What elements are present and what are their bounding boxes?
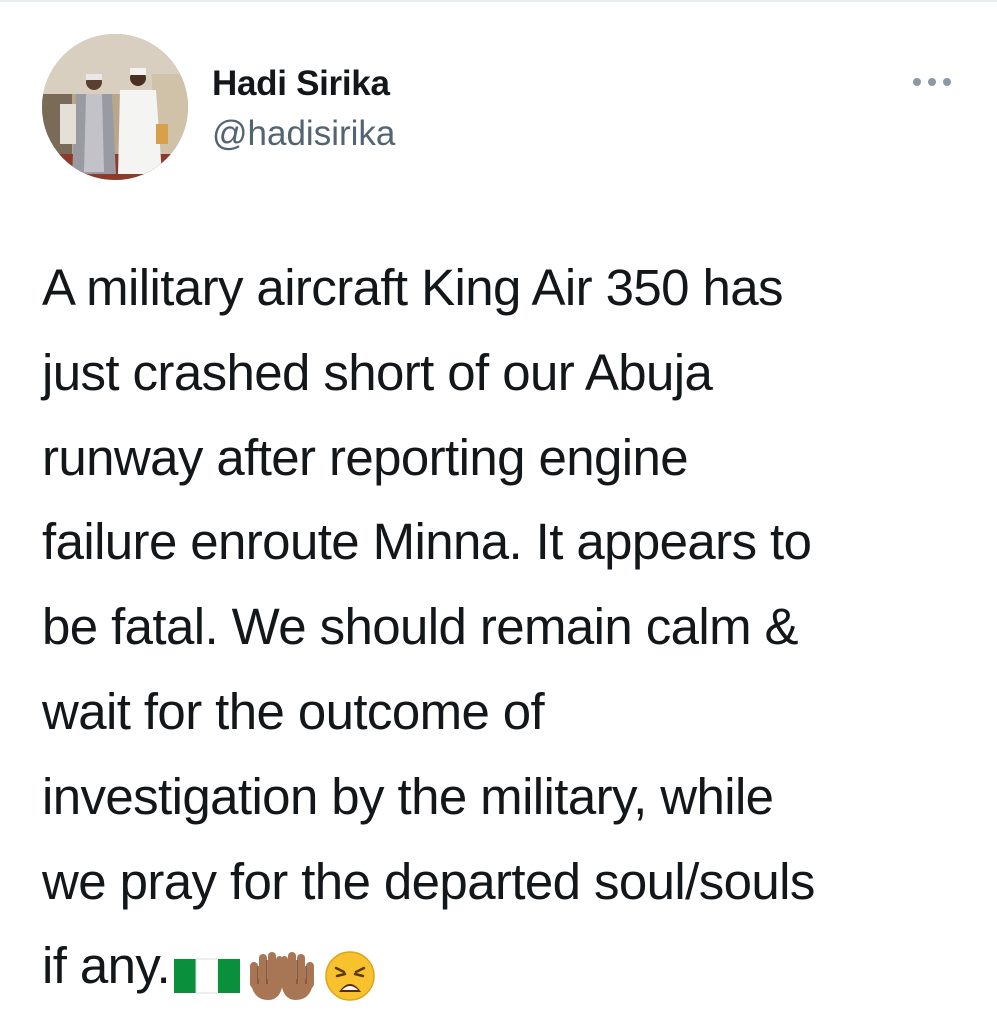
tweet-text-content: A military aircraft King Air 350 has jus…	[42, 259, 815, 995]
tweet-header: Hadi Sirika @hadisirika	[42, 34, 957, 184]
user-handle[interactable]: @hadisirika	[212, 112, 395, 156]
top-divider	[0, 0, 997, 2]
profile-photo-icon	[42, 34, 188, 180]
more-horizontal-icon	[913, 78, 951, 86]
display-name[interactable]: Hadi Sirika	[212, 62, 395, 106]
emoji-group	[174, 930, 382, 1015]
weary-face-emoji-icon	[325, 951, 375, 1001]
more-options-button[interactable]	[907, 64, 957, 100]
author-names: Hadi Sirika @hadisirika	[212, 62, 395, 156]
avatar[interactable]	[42, 34, 188, 180]
tweet-text: A military aircraft King Air 350 has jus…	[42, 246, 972, 1015]
nigeria-flag-emoji-icon	[174, 958, 241, 994]
raised-hands-emoji-icon	[250, 951, 315, 1000]
